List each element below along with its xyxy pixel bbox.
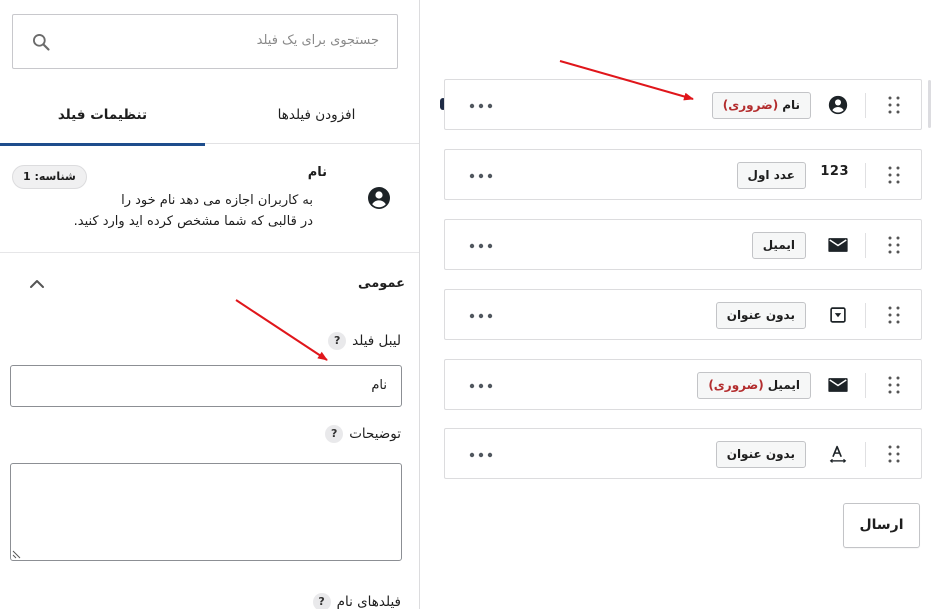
drag-handle-icon[interactable]	[887, 165, 901, 185]
field-id-badge: شناسه: 1	[12, 165, 87, 189]
more-options-icon[interactable]	[469, 173, 493, 179]
row-divider	[865, 163, 866, 188]
field-label-input[interactable]: نام	[10, 365, 402, 407]
field-label-pill[interactable]: عدد اول	[736, 162, 806, 189]
description-textarea[interactable]	[10, 463, 402, 561]
general-section-toggle[interactable]: عمومی	[0, 262, 419, 302]
chevron-up-icon[interactable]	[28, 275, 46, 293]
user-circle-icon	[828, 95, 848, 115]
search-placeholder: جستجوی برای یک فیلد	[256, 33, 379, 48]
drag-handle-icon[interactable]	[887, 375, 901, 395]
form-field-row-email-required[interactable]: ایمیل(ضروری)	[444, 359, 922, 410]
more-options-icon[interactable]	[469, 383, 493, 389]
more-options-icon[interactable]	[469, 452, 493, 458]
drag-handle-icon[interactable]	[887, 305, 901, 325]
field-label-heading: لیبل فیلد ?	[328, 332, 401, 350]
field-label-email: ایمیل	[762, 238, 795, 252]
scrollbar-thumb[interactable]	[928, 80, 931, 128]
field-search-input[interactable]: جستجوی برای یک فیلد	[12, 14, 398, 69]
field-label-text: لیبل فیلد	[352, 333, 401, 349]
required-marker: (ضروری)	[708, 378, 764, 392]
form-field-row-dropdown[interactable]: بدون عنوان	[444, 289, 922, 340]
field-label-pill[interactable]: بدون عنوان	[715, 302, 806, 329]
resize-grip-icon[interactable]	[12, 549, 22, 559]
drag-handle-icon[interactable]	[887, 235, 901, 255]
envelope-icon	[828, 238, 848, 252]
tab-add-fields[interactable]: افزودن فیلدها	[214, 90, 419, 144]
field-label-pill[interactable]: بدون عنوان	[715, 441, 806, 468]
field-label-email: ایمیل	[767, 378, 800, 392]
name-fields-heading: فیلدهای نام ?	[312, 593, 401, 609]
description-label-text: توضیحات	[349, 426, 401, 442]
envelope-icon	[828, 378, 848, 392]
description-help-icon[interactable]: ?	[325, 425, 344, 443]
panel-tabs: افزودن فیلدها تنظیمات فیلد	[0, 90, 419, 146]
drag-handle-icon[interactable]	[887, 444, 901, 464]
number-icon: 123	[820, 164, 849, 179]
field-label-untitled: بدون عنوان	[726, 447, 795, 461]
search-icon	[33, 34, 50, 51]
selected-field-summary: نام به کاربران اجازه می دهد نام خود را د…	[0, 145, 419, 253]
name-fields-help-icon[interactable]: ?	[312, 593, 331, 609]
field-label-number: عدد اول	[747, 168, 795, 182]
form-field-row-number[interactable]: 123 عدد اول	[444, 149, 922, 200]
tab-field-settings[interactable]: تنظیمات فیلد	[0, 90, 205, 146]
field-settings-panel: جستجوی برای یک فیلد افزودن فیلدها تنظیما…	[0, 0, 420, 609]
selected-field-description: به کاربران اجازه می دهد نام خود را در قا…	[13, 190, 313, 232]
field-label-help-icon[interactable]: ?	[328, 332, 347, 350]
description-line-1: به کاربران اجازه می دهد نام خود را	[121, 193, 313, 208]
more-options-icon[interactable]	[469, 103, 493, 109]
name-fields-label-text: فیلدهای نام	[336, 594, 401, 609]
user-circle-icon	[368, 187, 390, 209]
row-divider	[865, 93, 866, 118]
field-label-pill[interactable]: نام(ضروری)	[711, 92, 811, 119]
description-heading: توضیحات ?	[325, 425, 401, 443]
form-field-row-text[interactable]: بدون عنوان	[444, 428, 922, 479]
row-divider	[865, 373, 866, 398]
field-label-value: نام	[371, 378, 387, 393]
row-divider	[865, 303, 866, 328]
row-divider	[865, 233, 866, 258]
dropdown-icon	[830, 307, 846, 323]
form-field-row-name[interactable]: نام(ضروری)	[444, 79, 922, 130]
row-divider	[865, 442, 866, 467]
tab-field-settings-label: تنظیمات فیلد	[57, 107, 148, 123]
more-options-icon[interactable]	[469, 313, 493, 319]
submit-button[interactable]: ارسال	[843, 503, 920, 548]
text-format-icon	[829, 445, 847, 463]
form-field-row-email[interactable]: ایمیل	[444, 219, 922, 270]
description-line-2: در قالبی که شما مشخص کرده اید وارد کنید.	[73, 214, 313, 229]
field-label-name: نام	[782, 98, 800, 112]
more-options-icon[interactable]	[469, 243, 493, 249]
selected-field-title: نام	[307, 165, 327, 180]
general-section-title: عمومی	[358, 276, 405, 291]
required-marker: (ضروری)	[722, 98, 779, 112]
field-label-untitled: بدون عنوان	[726, 308, 795, 322]
drag-handle-icon[interactable]	[887, 95, 901, 115]
field-label-pill[interactable]: ایمیل	[751, 232, 806, 259]
field-label-pill[interactable]: ایمیل(ضروری)	[697, 372, 811, 399]
